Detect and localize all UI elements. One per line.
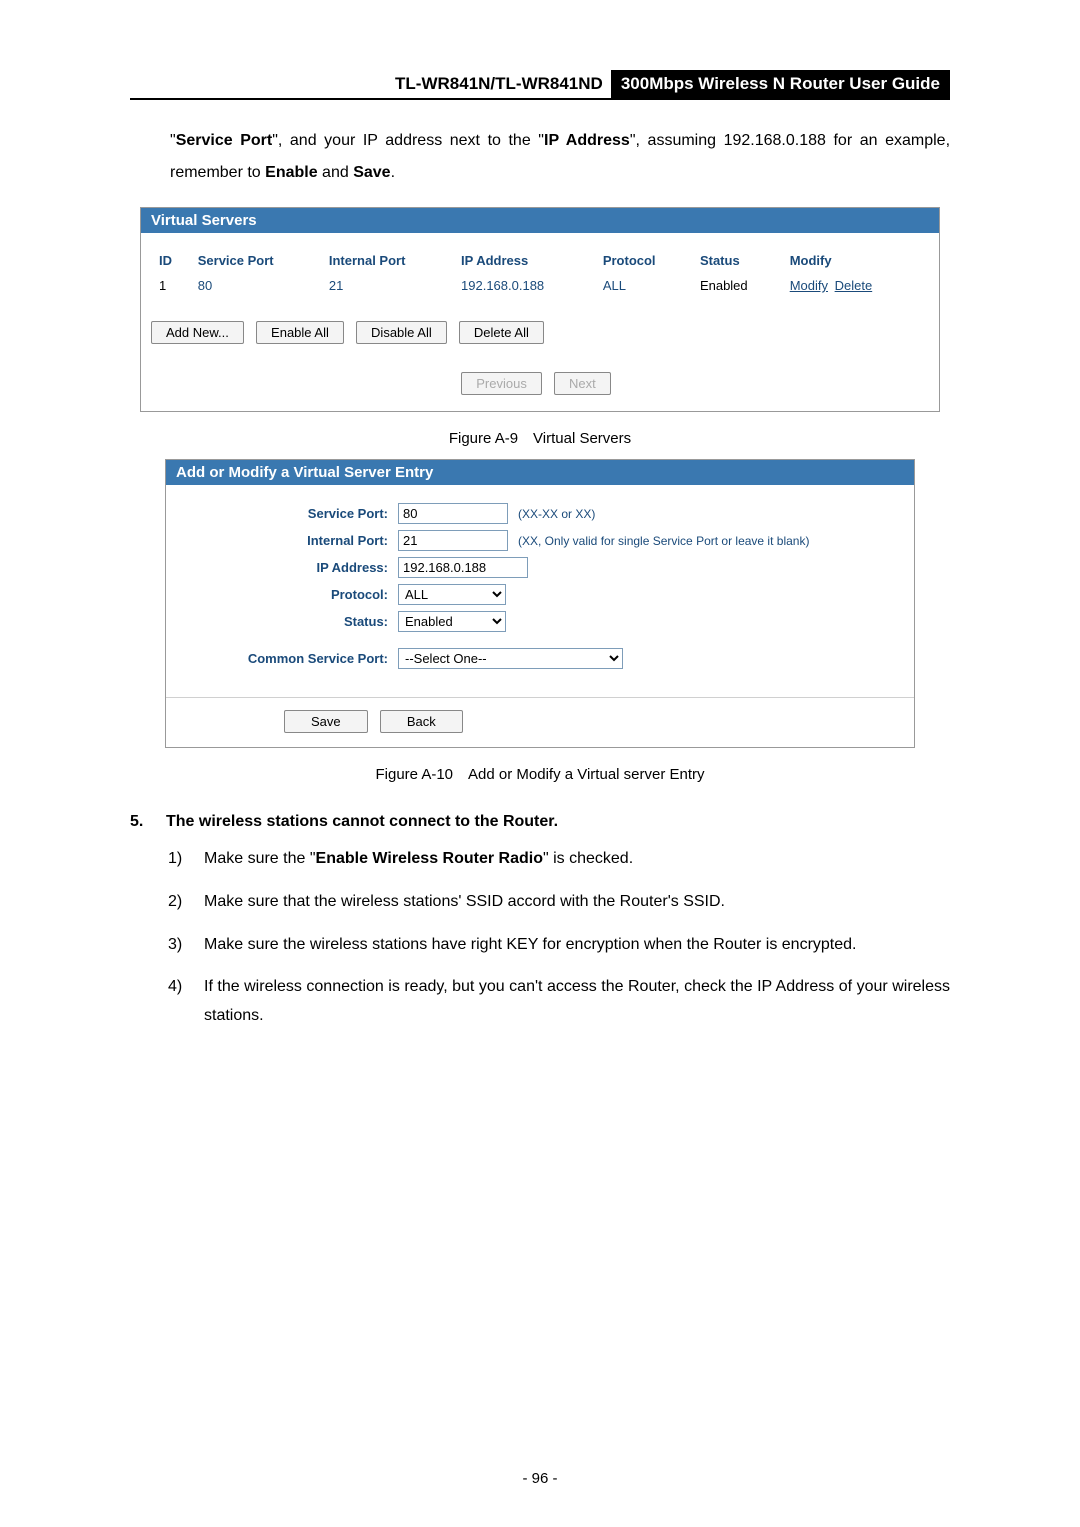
label-ip: IP Address: <box>178 560 398 575</box>
disable-all-button[interactable]: Disable All <box>356 321 447 344</box>
col-service-port: Service Port <box>192 249 321 272</box>
common-service-select[interactable]: --Select One-- <box>398 648 623 669</box>
table-row: 1 80 21 192.168.0.188 ALL Enabled Modify… <box>153 274 927 297</box>
delete-link[interactable]: Delete <box>835 278 873 293</box>
intro-paragraph: "Service Port", and your IP address next… <box>170 125 950 189</box>
col-status: Status <box>694 249 782 272</box>
panel-title: Virtual Servers <box>141 208 939 233</box>
back-button[interactable]: Back <box>380 710 463 733</box>
col-ip: IP Address <box>455 249 595 272</box>
cell-actions: Modify Delete <box>784 274 927 297</box>
figure-caption-a10: Figure A-10 Add or Modify a Virtual serv… <box>130 766 950 783</box>
list-item: 2) Make sure that the wireless stations'… <box>168 888 950 917</box>
list-item: 3) Make sure the wireless stations have … <box>168 931 950 960</box>
previous-button[interactable]: Previous <box>461 372 542 395</box>
cell-protocol: ALL <box>597 274 692 297</box>
pagination-row: Previous Next <box>151 372 929 395</box>
table-header-row: ID Service Port Internal Port IP Address… <box>153 249 927 272</box>
col-protocol: Protocol <box>597 249 692 272</box>
form-button-row: Save Back <box>166 697 914 747</box>
add-new-button[interactable]: Add New... <box>151 321 244 344</box>
save-button[interactable]: Save <box>284 710 368 733</box>
col-internal-port: Internal Port <box>323 249 453 272</box>
service-port-input[interactable] <box>398 503 508 524</box>
section-5-heading: 5. The wireless stations cannot connect … <box>130 813 950 831</box>
doc-header: TL-WR841N/TL-WR841ND 300Mbps Wireless N … <box>130 70 950 100</box>
guide-title: 300Mbps Wireless N Router User Guide <box>611 70 950 98</box>
virtual-servers-table: ID Service Port Internal Port IP Address… <box>151 247 929 299</box>
protocol-select[interactable]: ALL <box>398 584 506 605</box>
cell-service-port: 80 <box>192 274 321 297</box>
page-number: - 96 - <box>0 1470 1080 1487</box>
col-modify: Modify <box>784 249 927 272</box>
label-status: Status: <box>178 614 398 629</box>
col-id: ID <box>153 249 190 272</box>
model-number: TL-WR841N/TL-WR841ND <box>387 70 611 98</box>
cell-ip: 192.168.0.188 <box>455 274 595 297</box>
next-button[interactable]: Next <box>554 372 611 395</box>
hint-sp: (XX-XX or XX) <box>518 507 595 521</box>
action-button-row: Add New... Enable All Disable All Delete… <box>151 321 929 344</box>
cell-id: 1 <box>153 274 190 297</box>
label-service-port: Service Port: <box>178 506 398 521</box>
label-internal-port: Internal Port: <box>178 533 398 548</box>
list-item: 1) Make sure the "Enable Wireless Router… <box>168 845 950 874</box>
ip-address-input[interactable] <box>398 557 528 578</box>
figure-caption-a9: Figure A-9 Virtual Servers <box>130 430 950 447</box>
modify-link[interactable]: Modify <box>790 278 828 293</box>
hint-ip: (XX, Only valid for single Service Port … <box>518 534 809 548</box>
cell-internal-port: 21 <box>323 274 453 297</box>
list-item: 4) If the wireless connection is ready, … <box>168 973 950 1031</box>
label-protocol: Protocol: <box>178 587 398 602</box>
delete-all-button[interactable]: Delete All <box>459 321 544 344</box>
panel-title: Add or Modify a Virtual Server Entry <box>166 460 914 485</box>
label-common-service: Common Service Port: <box>178 651 398 666</box>
section-5-list: 1) Make sure the "Enable Wireless Router… <box>168 845 950 1031</box>
internal-port-input[interactable] <box>398 530 508 551</box>
add-modify-panel: Add or Modify a Virtual Server Entry Ser… <box>165 459 915 748</box>
status-select[interactable]: Enabled <box>398 611 506 632</box>
enable-all-button[interactable]: Enable All <box>256 321 344 344</box>
virtual-servers-panel: Virtual Servers ID Service Port Internal… <box>140 207 940 412</box>
cell-status: Enabled <box>694 274 782 297</box>
